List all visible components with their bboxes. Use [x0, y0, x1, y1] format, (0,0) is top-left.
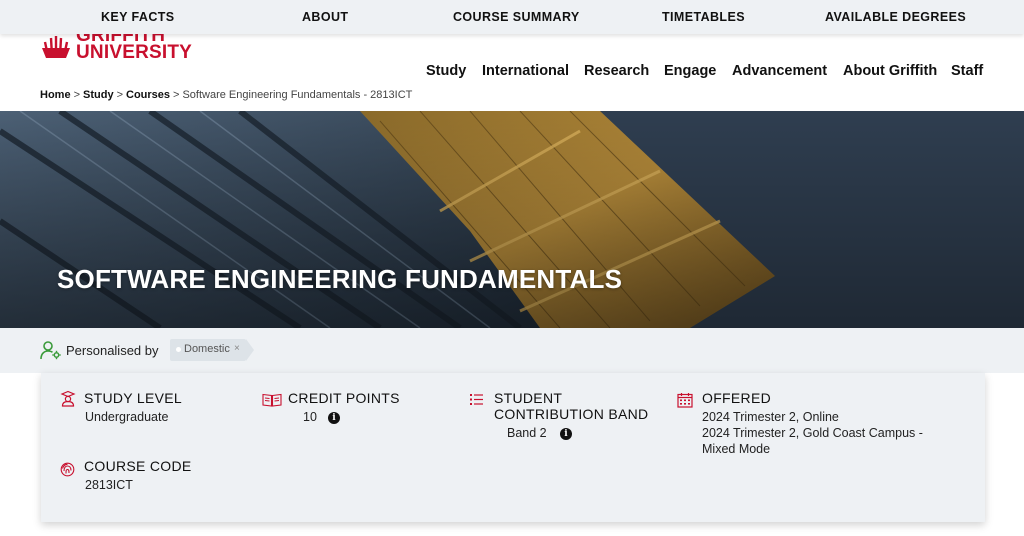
- main-nav-international[interactable]: International: [482, 63, 569, 79]
- hero-building-image: [0, 111, 1024, 328]
- breadcrumb-courses[interactable]: Courses: [126, 89, 170, 101]
- fingerprint-icon: [60, 462, 75, 477]
- book-icon: [262, 393, 282, 407]
- main-nav-advancement[interactable]: Advancement: [732, 63, 827, 79]
- griffith-logo-icon: [42, 36, 70, 58]
- chip-label: Domestic: [184, 343, 230, 355]
- fact-heading-line1: STUDENT: [494, 390, 563, 406]
- section-nav-key-facts[interactable]: KEY FACTS: [101, 10, 175, 24]
- fact-heading: STUDY LEVEL: [84, 390, 182, 406]
- fact-value: 10: [303, 410, 317, 424]
- fact-credit-points: CREDIT POINTS 10 i: [262, 390, 462, 430]
- fact-heading: COURSE CODE: [84, 458, 192, 474]
- main-nav-staff[interactable]: Staff: [951, 63, 983, 79]
- credit-points-info-icon[interactable]: i: [328, 412, 340, 424]
- breadcrumb-study[interactable]: Study: [83, 89, 114, 101]
- offered-line-3: Mixed Mode: [702, 442, 771, 456]
- graduate-icon: [60, 390, 76, 407]
- griffith-logo[interactable]: GRIFFITH UNIVERSITY: [40, 34, 210, 60]
- breadcrumb-separator: >: [116, 89, 123, 101]
- calendar-icon: [677, 393, 693, 408]
- key-facts-card: STUDY LEVEL Undergraduate CREDIT POINTS …: [41, 373, 985, 522]
- fact-value: Band 2: [507, 426, 547, 440]
- domestic-chip[interactable]: Domestic ×: [170, 339, 254, 361]
- list-icon: [470, 394, 483, 405]
- breadcrumb-separator: >: [73, 89, 80, 101]
- chip-dot-icon: [176, 347, 181, 352]
- fact-study-level: STUDY LEVEL Undergraduate: [60, 390, 240, 430]
- contribution-band-info-icon[interactable]: i: [560, 428, 572, 440]
- breadcrumb-separator: >: [173, 89, 180, 101]
- chip-close-icon[interactable]: ×: [234, 343, 240, 354]
- fact-heading: CREDIT POINTS: [288, 390, 400, 406]
- fact-offered: OFFERED 2024 Trimester 2, Online 2024 Tr…: [677, 390, 977, 460]
- breadcrumb: Home > Study > Courses > Software Engineering …: [40, 89, 412, 101]
- offered-line-1: 2024 Trimester 2, Online: [702, 410, 839, 424]
- fact-heading: OFFERED: [702, 390, 771, 406]
- section-nav: KEY FACTS ABOUT COURSE SUMMARY TIMETABLE…: [0, 0, 1024, 34]
- page-title: SOFTWARE ENGINEERING FUNDAMENTALS: [57, 264, 623, 294]
- section-nav-available-degrees[interactable]: AVAILABLE DEGREES: [825, 10, 966, 24]
- main-nav-study[interactable]: Study: [426, 63, 466, 79]
- fact-heading-line2: CONTRIBUTION BAND: [494, 406, 649, 422]
- fact-value: 2813ICT: [85, 478, 133, 492]
- main-nav-engage[interactable]: Engage: [664, 63, 716, 79]
- personalised-bar: Personalised by Domestic ×: [0, 328, 1024, 373]
- offered-line-2: 2024 Trimester 2, Gold Coast Campus -: [702, 426, 923, 440]
- fact-heading: STUDENT CONTRIBUTION BAND: [494, 390, 648, 422]
- user-gear-icon: [40, 341, 61, 360]
- main-nav-research[interactable]: Research: [584, 63, 649, 79]
- main-nav-about-griffith[interactable]: About Griffith: [843, 63, 937, 79]
- section-nav-course-summary[interactable]: COURSE SUMMARY: [453, 10, 580, 24]
- logo-wordmark: GRIFFITH UNIVERSITY: [76, 34, 192, 60]
- breadcrumb-home[interactable]: Home: [40, 89, 71, 101]
- breadcrumb-current: Software Engineering Fundamentals - 2813…: [182, 89, 413, 101]
- fact-value: Undergraduate: [85, 410, 169, 424]
- section-nav-timetables[interactable]: TIMETABLES: [662, 10, 745, 24]
- fact-contribution-band: STUDENT CONTRIBUTION BAND Band 2 i: [470, 390, 690, 450]
- section-nav-about[interactable]: ABOUT: [302, 10, 348, 24]
- fact-course-code: COURSE CODE 2813ICT: [60, 458, 240, 498]
- logo-line2: UNIVERSITY: [76, 42, 193, 60]
- personalised-label: Personalised by: [66, 343, 159, 358]
- hero-banner: SOFTWARE ENGINEERING FUNDAMENTALS: [0, 111, 1024, 328]
